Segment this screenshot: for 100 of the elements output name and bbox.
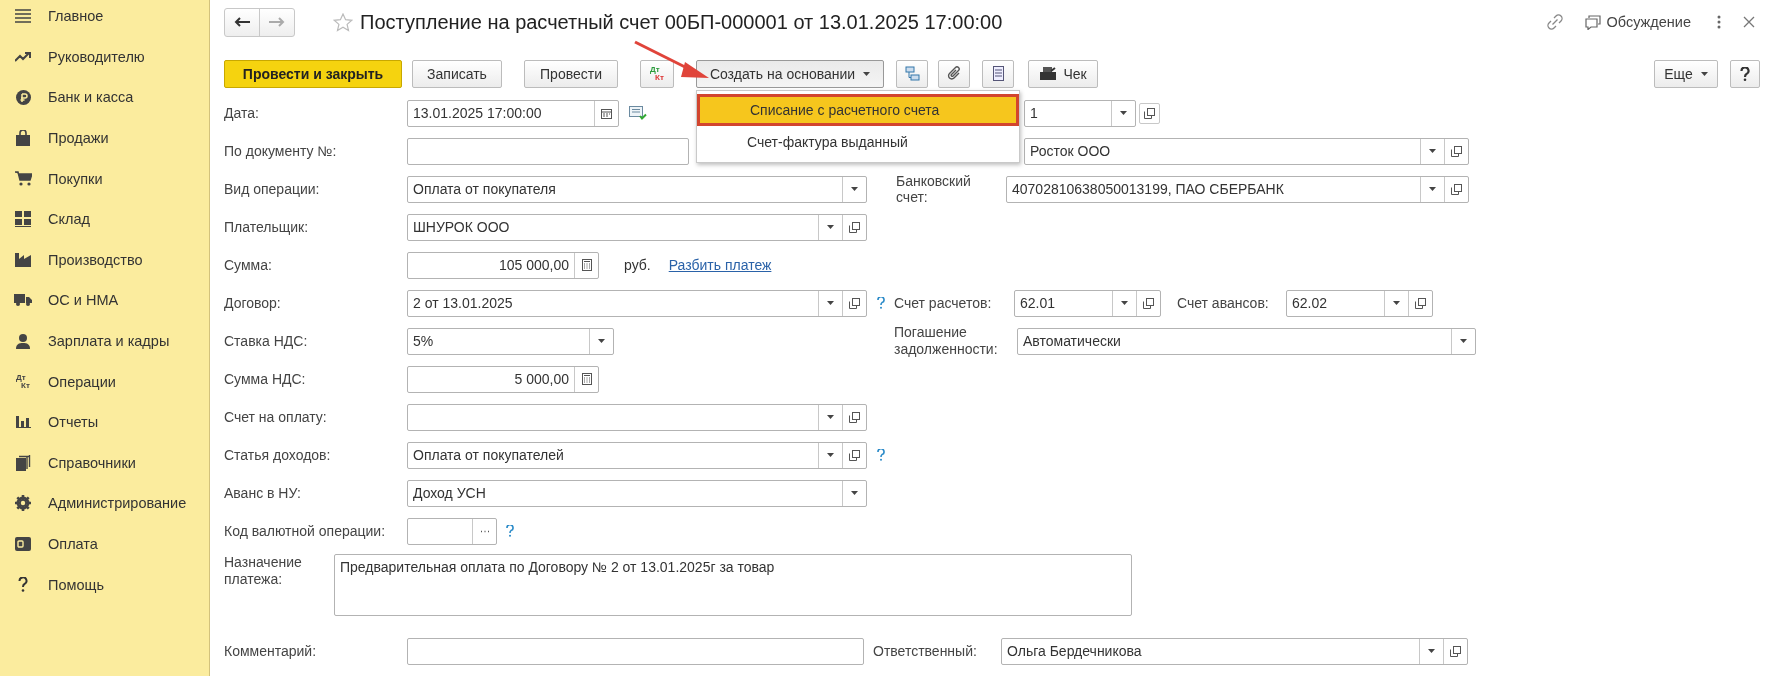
help-icon[interactable]	[877, 297, 885, 309]
cart-icon	[14, 171, 32, 187]
field-label: Плательщик:	[224, 219, 310, 235]
more-button[interactable]: Еще	[1654, 59, 1718, 88]
sidebar-item[interactable]: Помощь	[0, 564, 209, 605]
advance-account-field[interactable]: 62.02	[1286, 289, 1433, 317]
date-field[interactable]: 13.01.2025 17:00:00	[407, 99, 619, 127]
responsible-field[interactable]: Ольга Бердечникова	[1001, 637, 1468, 665]
field-label: Комментарий:	[224, 643, 318, 659]
document-icon	[992, 66, 1004, 81]
star-icon[interactable]	[333, 12, 353, 32]
sidebar-item[interactable]: Продажи	[0, 117, 209, 159]
open-icon	[1144, 107, 1155, 119]
select-field[interactable]: 1	[1024, 99, 1136, 127]
person-icon	[16, 333, 30, 349]
close-icon[interactable]	[1743, 16, 1755, 28]
structure-button[interactable]	[896, 59, 928, 88]
post-and-close-button[interactable]: Провести и закрыть	[224, 59, 402, 88]
field-label: Счет авансов:	[1177, 295, 1270, 311]
sidebar-item[interactable]: Склад	[0, 198, 209, 240]
more-icon[interactable]	[1717, 15, 1721, 29]
open-icon	[849, 411, 860, 423]
open-icon	[1143, 297, 1154, 309]
help-icon[interactable]	[877, 449, 885, 461]
calculator-icon	[581, 259, 592, 271]
field-label: Ставка НДС:	[224, 333, 309, 349]
field-label: Счет расчетов:	[894, 295, 993, 311]
grid-icon	[15, 211, 31, 228]
open-button[interactable]	[1139, 102, 1160, 124]
currency-label: руб.	[624, 257, 651, 273]
menu-item[interactable]: Списание с расчетного счета	[697, 94, 1019, 126]
field-label: Аванс в НУ:	[224, 485, 302, 501]
debt-repayment-field[interactable]: Автоматически	[1017, 327, 1476, 355]
sidebar-item[interactable]: Дт Кт Операции	[0, 361, 209, 402]
sidebar-item[interactable]: Оплата	[0, 523, 209, 565]
field-label: Сумма НДС:	[224, 371, 307, 387]
invoice-field[interactable]	[407, 403, 867, 431]
create-based-on-button[interactable]: Создать на основании	[696, 59, 884, 88]
help-icon	[18, 577, 28, 593]
factory-icon	[15, 252, 31, 267]
document-title: Поступление на расчетный счет 00БП-000001 от 13.01.2025 17:00:00	[360, 10, 1003, 34]
sidebar-item[interactable]: Банк и касса	[0, 77, 209, 118]
sidebar-item[interactable]: ОС и НМА	[0, 280, 209, 321]
menu-item[interactable]: Счет-фактура выданный	[701, 126, 1015, 158]
sidebar-item[interactable]: Покупки	[0, 158, 209, 199]
open-icon	[849, 221, 860, 233]
amount-field[interactable]: 105 000,00	[407, 251, 599, 279]
split-payment-link[interactable]: Разбить платеж	[668, 257, 772, 273]
contract-field[interactable]: 2 от 13.01.2025	[407, 289, 867, 317]
operation-type-field[interactable]: Оплата от покупателя	[407, 175, 867, 203]
payment-purpose-field[interactable]: Предварительная оплата по Договору № 2 от 13.01.2025г за товар	[334, 554, 1132, 616]
caret-icon	[851, 491, 858, 495]
help-button[interactable]	[1730, 59, 1760, 88]
save-button[interactable]: Записать	[412, 59, 502, 88]
currency-code-field[interactable]	[407, 517, 497, 545]
select-field[interactable]: Росток ООО	[1024, 137, 1469, 165]
sidebar-item[interactable]: Руководителю	[0, 36, 209, 78]
open-icon	[849, 297, 860, 309]
settings-icon	[15, 495, 31, 512]
debit-credit-icon: Дт Кт	[16, 373, 30, 390]
open-icon	[1415, 297, 1426, 309]
settlement-account-field[interactable]: 62.01	[1014, 289, 1161, 317]
print-button[interactable]	[982, 59, 1014, 88]
field-label: Назначение платежа:	[224, 554, 303, 588]
payer-field[interactable]: ШНУРОК ООО	[407, 213, 867, 241]
income-item-field[interactable]: Оплата от покупателей	[407, 441, 867, 469]
help-icon	[1740, 66, 1750, 81]
sidebar-item[interactable]: Отчеты	[0, 401, 209, 443]
attachment-button[interactable]	[938, 59, 970, 88]
caret-icon	[1393, 301, 1400, 305]
open-icon	[1451, 145, 1462, 157]
vat-rate-field[interactable]: 5%	[407, 327, 614, 355]
caret-icon	[1120, 111, 1127, 115]
bar-chart-icon	[15, 416, 31, 429]
help-icon[interactable]	[506, 525, 514, 537]
books-icon	[15, 454, 31, 471]
document-check-icon[interactable]	[629, 106, 647, 120]
open-icon	[1450, 645, 1461, 657]
wallet-icon	[15, 537, 31, 551]
cash-register-icon	[1039, 67, 1058, 80]
document-number-field[interactable]	[407, 137, 689, 165]
vat-amount-field[interactable]: 5 000,00	[407, 365, 599, 393]
bank-account-field[interactable]: 40702810638050013199, ПАО СБЕРБАНК	[1006, 175, 1469, 203]
trend-icon	[15, 51, 31, 62]
advance-tax-field[interactable]: Доход УСН	[407, 479, 867, 507]
sidebar-item[interactable]: Администрирование	[0, 483, 209, 524]
receipt-button[interactable]: Чек	[1028, 59, 1098, 88]
field-label: Статья доходов:	[224, 447, 332, 463]
discussion-button[interactable]: Обсуждение	[1584, 14, 1691, 30]
comment-field[interactable]	[407, 637, 864, 665]
sidebar-item[interactable]: Зарплата и кадры	[0, 320, 209, 362]
sidebar-item[interactable]: Производство	[0, 239, 209, 281]
debit-credit-button[interactable]: Дт Кт	[640, 59, 674, 88]
post-button[interactable]: Провести	[524, 59, 618, 88]
link-icon[interactable]	[1546, 14, 1563, 30]
sidebar-item[interactable]: Справочники	[0, 442, 209, 484]
caret-icon	[827, 301, 834, 305]
calculator-icon	[581, 373, 592, 385]
caret-icon	[827, 453, 834, 457]
sidebar-item[interactable]: Главное	[0, 0, 209, 37]
